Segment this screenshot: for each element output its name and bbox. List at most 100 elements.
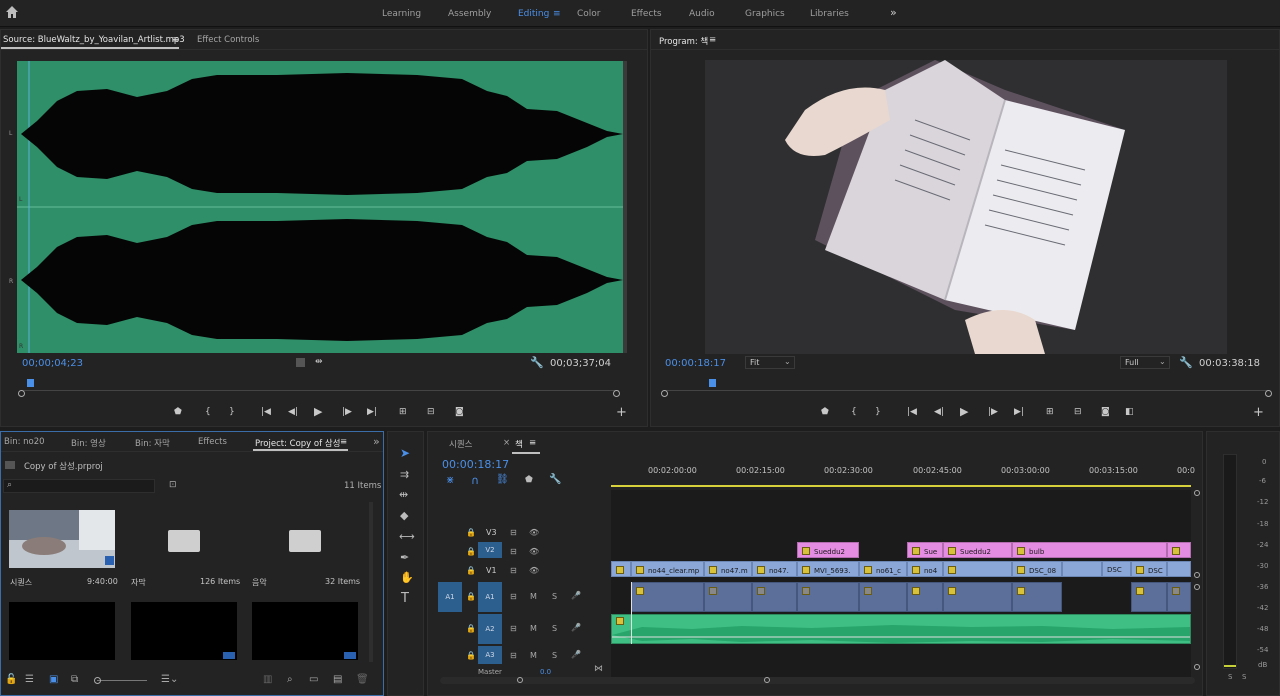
freeform-view-icon[interactable]: ⧉ — [71, 674, 78, 685]
hand-tool-icon[interactable]: ✋ — [400, 571, 414, 584]
project-scrollbar[interactable] — [369, 502, 373, 662]
solo-left[interactable]: S — [1228, 673, 1232, 681]
home-icon[interactable] — [5, 5, 19, 19]
workspace-menu-icon[interactable]: ≡ — [553, 9, 561, 19]
workspace-learning[interactable]: Learning — [382, 9, 421, 19]
step-back-icon[interactable]: ◀| — [288, 407, 298, 417]
track-a3-target[interactable]: A3 — [478, 646, 502, 664]
workspace-libraries[interactable]: Libraries — [810, 9, 849, 19]
timeline-hscroll[interactable] — [440, 677, 1195, 684]
folder-icon[interactable] — [168, 530, 200, 552]
mute-a2[interactable]: M — [530, 624, 537, 633]
zoom-handle-left[interactable] — [18, 390, 25, 397]
clip-v1[interactable]: MVI_5693. — [797, 561, 859, 577]
tab-effect-controls[interactable]: Effect Controls — [197, 35, 259, 45]
solo-right[interactable]: S — [1242, 673, 1246, 681]
program-zoom-right[interactable] — [1265, 390, 1272, 397]
project-overflow-icon[interactable]: » — [373, 435, 380, 448]
timeline-marker-icon[interactable]: ⬟ — [525, 475, 533, 485]
waveform-scrollbar[interactable] — [623, 61, 627, 353]
automate-icon[interactable]: ▥ — [263, 674, 272, 685]
tab-bin-subtitle[interactable]: Bin: 자막 — [135, 437, 170, 449]
timeline-playhead-line[interactable] — [631, 582, 632, 644]
tab-source[interactable]: Source: BlueWaltz_by_Yoavilan_Artlist.mp… — [3, 35, 185, 45]
workspace-editing[interactable]: Editing — [518, 9, 549, 19]
clip-v1[interactable] — [1167, 561, 1191, 577]
quality-select[interactable]: Full ⌄ — [1120, 356, 1170, 369]
audio-clip-a1[interactable] — [631, 582, 704, 612]
wrench-icon[interactable]: 🔧 — [530, 356, 544, 369]
new-bin-search-icon[interactable]: ⊡ — [169, 480, 177, 490]
source-menu-icon[interactable]: ≡ — [172, 35, 179, 45]
clip-v1[interactable]: DSC — [1131, 561, 1167, 577]
step-forward-icon[interactable]: |▶ — [342, 407, 352, 417]
audio-clip-a1[interactable] — [797, 582, 859, 612]
clip-thumbnail[interactable] — [131, 602, 237, 660]
music-clip-a2[interactable] — [611, 614, 1191, 644]
export-frame-icon[interactable]: ◙ — [455, 407, 464, 417]
source-patch-a1[interactable]: A1 — [438, 582, 462, 612]
clip-v2[interactable]: Sue — [907, 542, 943, 558]
audio-clip-a1[interactable] — [859, 582, 907, 612]
clip-v2[interactable] — [1167, 542, 1191, 558]
clip-v1[interactable] — [943, 561, 1012, 577]
thumbnail-size-slider[interactable] — [97, 680, 147, 681]
sync-lock-icon[interactable]: ⊟ — [510, 651, 517, 660]
mark-in-icon[interactable]: { — [205, 407, 211, 417]
clip-v1[interactable]: no4 — [907, 561, 943, 577]
time-ruler[interactable]: 00:02:00:00 00:02:15:00 00:02:30:00 00:0… — [611, 462, 1195, 488]
program-add-marker-icon[interactable]: ⬟ — [821, 407, 829, 417]
program-play-icon[interactable]: ▶ — [960, 405, 968, 418]
lock-track-icon[interactable]: 🔒 — [466, 592, 476, 601]
mute-a1[interactable]: M — [530, 592, 537, 601]
trash-icon[interactable]: 🗑 — [356, 674, 369, 685]
lift-icon[interactable]: ⊞ — [1046, 407, 1054, 417]
comparison-view-icon[interactable]: ◧ — [1125, 407, 1134, 417]
workspace-assembly[interactable]: Assembly — [448, 9, 491, 19]
list-view-icon[interactable]: ☰ — [25, 674, 34, 685]
track-a1-target[interactable]: A1 — [478, 582, 502, 612]
program-video-frame[interactable] — [705, 60, 1227, 354]
audio-clip-a1[interactable] — [943, 582, 1012, 612]
snap-icon[interactable]: ∩ — [471, 474, 479, 487]
lock-icon[interactable]: 🔓 — [5, 674, 17, 685]
audio-clip-a1[interactable] — [704, 582, 752, 612]
collapse-icon[interactable]: ⋈ — [594, 664, 603, 674]
waveform-display[interactable] — [17, 61, 623, 353]
tab-effects[interactable]: Effects — [198, 437, 227, 447]
clip-v1[interactable] — [1062, 561, 1102, 577]
timeline-timecode[interactable]: 00:00:18:17 — [442, 458, 509, 471]
track-a2-target[interactable]: A2 — [478, 614, 502, 644]
program-go-to-in-icon[interactable]: |◀ — [907, 407, 917, 417]
workspace-color[interactable]: Color — [577, 9, 601, 19]
microphone-icon[interactable]: 🎤 — [571, 650, 581, 659]
sync-lock-icon[interactable]: ⊟ — [510, 566, 517, 575]
sequence-thumbnail[interactable] — [9, 510, 115, 568]
solo-a2[interactable]: S — [552, 624, 557, 633]
tab-bin-video[interactable]: Bin: 영상 — [71, 437, 106, 449]
clip-v1[interactable]: DSC — [1102, 561, 1131, 577]
source-playhead[interactable] — [27, 379, 34, 387]
lock-track-icon[interactable]: 🔒 — [466, 624, 476, 633]
microphone-icon[interactable]: 🎤 — [571, 591, 581, 600]
insert-icon[interactable] — [296, 358, 305, 367]
sync-lock-icon[interactable]: ⊟ — [510, 547, 517, 556]
program-step-back-icon[interactable]: ◀| — [934, 407, 944, 417]
tab-sequence-1[interactable]: 시퀀스 — [449, 438, 472, 450]
audio-clip-a1[interactable] — [907, 582, 943, 612]
project-search-input[interactable]: ⌕ — [3, 479, 155, 493]
clip-v2[interactable]: Sueddu2 — [797, 542, 859, 558]
program-timecode[interactable]: 00:00:18:17 — [665, 358, 726, 369]
timeline-settings-icon[interactable]: 🔧 — [549, 474, 561, 485]
track-select-tool-icon[interactable]: ⇉ — [400, 468, 409, 481]
extract-icon[interactable]: ⊟ — [1074, 407, 1082, 417]
nest-icon[interactable]: ⋇ — [446, 475, 454, 486]
audio-clip-a1[interactable] — [752, 582, 797, 612]
ripple-edit-tool-icon[interactable]: ⇹ — [399, 488, 408, 501]
tab-sequence-book[interactable]: 책 — [515, 438, 523, 450]
play-icon[interactable]: ▶ — [314, 405, 322, 418]
lock-track-icon[interactable]: 🔒 — [466, 651, 476, 660]
selection-tool-icon[interactable]: ➤ — [400, 446, 410, 460]
clip-v2[interactable]: bulb — [1012, 542, 1167, 558]
workspace-graphics[interactable]: Graphics — [745, 9, 785, 19]
